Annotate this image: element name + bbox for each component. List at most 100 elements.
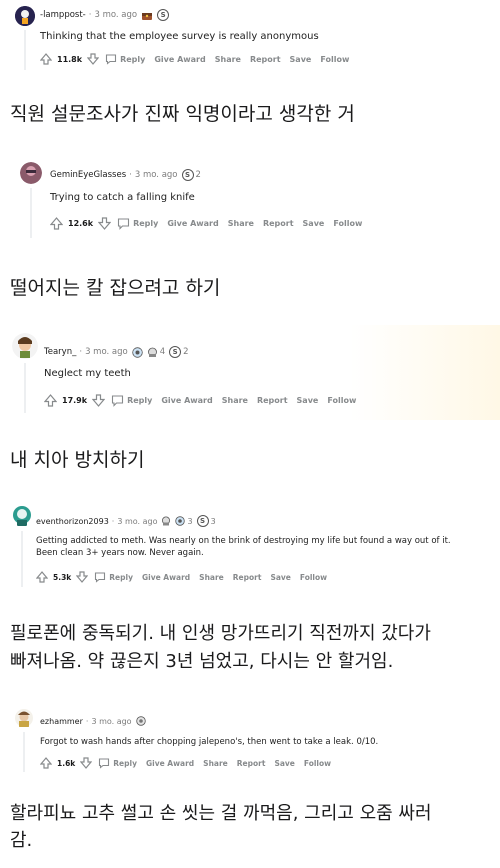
comment-timestamp[interactable]: 3 mo. ago xyxy=(85,347,128,357)
follow-button[interactable]: Follow xyxy=(304,759,331,768)
reply-button[interactable]: Reply xyxy=(109,573,133,582)
translation-line: 감. xyxy=(10,830,33,851)
comment-body: Trying to catch a falling knife xyxy=(50,192,195,203)
comment-timestamp[interactable]: 3 mo. ago xyxy=(91,717,131,726)
upvote-icon[interactable] xyxy=(40,757,52,769)
save-button[interactable]: Save xyxy=(303,219,325,228)
comment-card: Tearyn_ · 3 mo. ago 4 S 2 Neglect my tee… xyxy=(0,325,500,420)
avatar-icon xyxy=(12,333,38,359)
treasure-chest-icon[interactable] xyxy=(141,10,153,21)
reply-button[interactable]: Reply xyxy=(133,219,158,228)
share-button[interactable]: Share xyxy=(203,759,228,768)
downvote-icon[interactable] xyxy=(80,757,93,769)
give-award-button[interactable]: Give Award xyxy=(154,55,205,64)
reply-button[interactable]: Reply xyxy=(127,396,152,405)
downvote-icon[interactable] xyxy=(98,217,112,230)
downvote-icon[interactable] xyxy=(92,394,106,407)
helpful-award-icon[interactable] xyxy=(132,346,143,358)
silver-coin-icon[interactable]: S xyxy=(196,515,209,527)
comment-timestamp[interactable]: 3 mo. ago xyxy=(135,170,178,180)
translation-text: 직원 설문조사가 진짜 익명이라고 생각한 거 xyxy=(10,103,355,125)
avatar[interactable] xyxy=(15,6,35,26)
save-button[interactable]: Save xyxy=(290,55,312,64)
report-button[interactable]: Report xyxy=(263,219,294,228)
wholesome-award-icon[interactable] xyxy=(161,516,171,526)
thread-line[interactable] xyxy=(21,531,23,587)
share-button[interactable]: Share xyxy=(215,55,241,64)
give-award-button[interactable]: Give Award xyxy=(167,219,218,228)
comment-timestamp[interactable]: 3 mo. ago xyxy=(117,517,157,526)
helpful-award-icon[interactable] xyxy=(135,716,146,726)
comment-username[interactable]: Tearyn_ xyxy=(44,347,76,357)
avatar-icon xyxy=(13,506,31,526)
follow-button[interactable]: Follow xyxy=(320,55,349,64)
silver-coin-icon[interactable]: S xyxy=(157,9,170,21)
comment-username[interactable]: ezhammer xyxy=(40,717,83,726)
avatar[interactable] xyxy=(14,708,34,728)
give-award-button[interactable]: Give Award xyxy=(142,573,190,582)
thread-line[interactable] xyxy=(24,30,26,70)
comment-body: Getting addicted to meth. Was nearly on … xyxy=(36,535,451,559)
thread-line[interactable] xyxy=(23,732,25,772)
follow-button[interactable]: Follow xyxy=(327,396,356,405)
report-button[interactable]: Report xyxy=(250,55,281,64)
report-button[interactable]: Report xyxy=(257,396,288,405)
upvote-icon[interactable] xyxy=(50,217,63,230)
avatar[interactable] xyxy=(20,162,42,184)
comment-body-line: Been clean 3+ years now. Never again. xyxy=(36,548,204,558)
comment-card: -lamppost- · 3 mo. ago S Thinking that t… xyxy=(0,0,500,78)
vote-score: 12.6k xyxy=(68,219,94,228)
vote-score: 11.8k xyxy=(57,54,83,64)
silver-coin-icon[interactable]: S xyxy=(181,169,194,181)
share-button[interactable]: Share xyxy=(222,396,248,405)
follow-button[interactable]: Follow xyxy=(333,219,362,228)
comment-card: eventhorizon2093 · 3 mo. ago 3 S 3 Getti… xyxy=(0,495,500,595)
upvote-icon[interactable] xyxy=(40,53,52,65)
give-award-button[interactable]: Give Award xyxy=(146,759,194,768)
avatar[interactable] xyxy=(12,505,32,527)
reply-icon[interactable] xyxy=(94,571,106,583)
thread-line[interactable] xyxy=(24,363,26,413)
helpful-award-icon[interactable] xyxy=(175,516,186,526)
share-button[interactable]: Share xyxy=(228,219,254,228)
comment-body: Neglect my teeth xyxy=(44,368,131,379)
reply-button[interactable]: Reply xyxy=(120,55,145,64)
save-button[interactable]: Save xyxy=(274,759,294,768)
avatar-icon xyxy=(20,162,42,184)
vote-score: 17.9k xyxy=(62,396,88,405)
reply-icon[interactable] xyxy=(98,757,110,769)
comment-body-line: Getting addicted to meth. Was nearly on … xyxy=(36,536,451,546)
silver-coin-icon[interactable]: S xyxy=(169,346,182,358)
downvote-icon[interactable] xyxy=(76,571,89,583)
follow-button[interactable]: Follow xyxy=(300,573,327,582)
award-count: 3 xyxy=(187,516,193,526)
translation-line: 필로폰에 중독되기. 내 인생 망가뜨리기 직전까지 갔다가 xyxy=(10,623,431,644)
comment-username[interactable]: GeminEyeGlasses xyxy=(50,170,126,180)
upvote-icon[interactable] xyxy=(44,394,57,407)
comment-card: GeminEyeGlasses · 3 mo. ago S 2 Trying t… xyxy=(0,150,500,245)
translation-text: 떨어지는 칼 잡으려고 하기 xyxy=(10,277,221,299)
award-count: 3 xyxy=(210,516,216,526)
give-award-button[interactable]: Give Award xyxy=(161,396,212,405)
comment-username[interactable]: -lamppost- xyxy=(40,10,86,20)
report-button[interactable]: Report xyxy=(233,573,262,582)
wholesome-award-icon[interactable] xyxy=(147,347,158,358)
thread-line[interactable] xyxy=(30,188,32,238)
report-button[interactable]: Report xyxy=(237,759,266,768)
upvote-icon[interactable] xyxy=(36,571,48,583)
save-button[interactable]: Save xyxy=(297,396,319,405)
comment-username[interactable]: eventhorizon2093 xyxy=(36,517,109,526)
downvote-icon[interactable] xyxy=(87,53,100,65)
comment-timestamp[interactable]: 3 mo. ago xyxy=(94,10,137,20)
award-count: 4 xyxy=(159,347,166,357)
avatar[interactable] xyxy=(12,333,38,359)
share-button[interactable]: Share xyxy=(199,573,224,582)
reply-icon[interactable] xyxy=(105,53,117,65)
avatar-icon xyxy=(15,709,33,727)
reply-button[interactable]: Reply xyxy=(113,759,137,768)
save-button[interactable]: Save xyxy=(270,573,290,582)
reply-icon[interactable] xyxy=(117,217,130,230)
translation-text: 필로폰에 중독되기. 내 인생 망가뜨리기 직전까지 갔다가 빠져나옴. 약 끊… xyxy=(10,620,431,676)
comment-body: Forgot to wash hands after chopping jale… xyxy=(40,737,379,747)
reply-icon[interactable] xyxy=(111,394,124,407)
